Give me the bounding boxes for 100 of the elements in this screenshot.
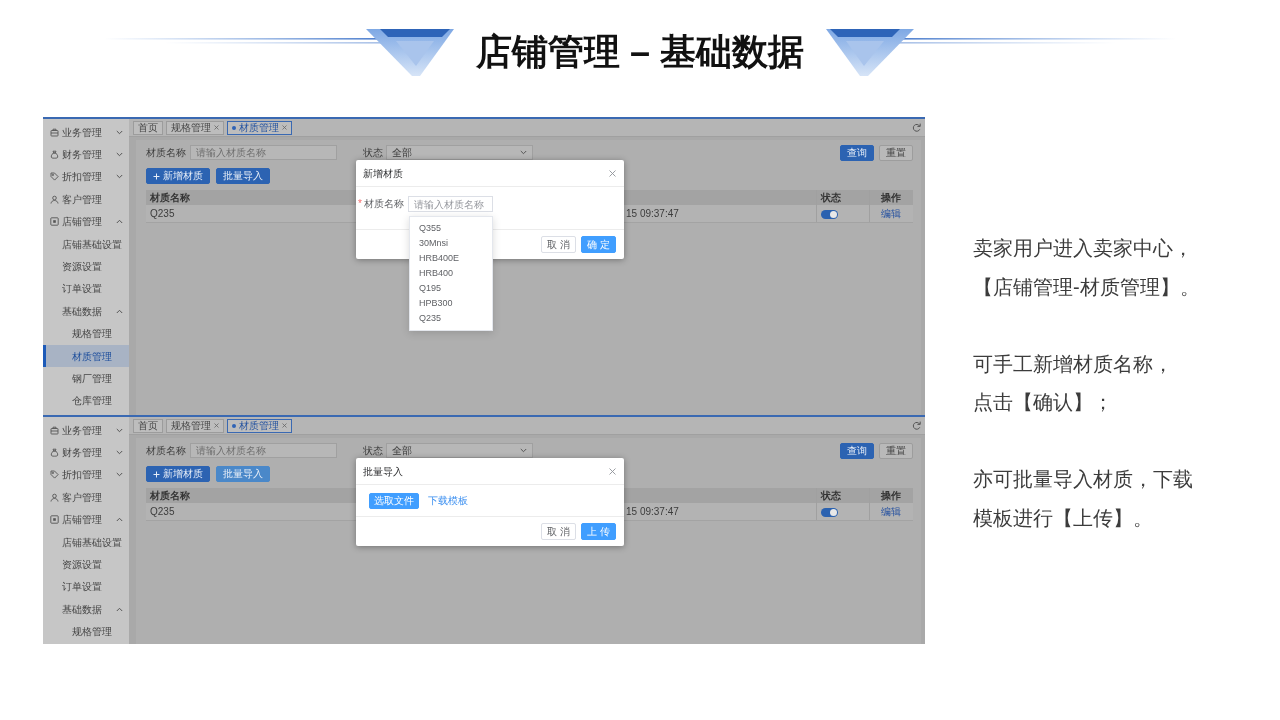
select-field[interactable]: 全部 <box>386 145 533 160</box>
reset-button[interactable]: 重置 <box>879 442 913 459</box>
refresh-icon[interactable] <box>912 122 921 133</box>
sidebar-item[interactable]: 业务管理 <box>43 419 129 442</box>
dropdown-option[interactable]: HPB300 <box>410 296 492 311</box>
framed-square-icon <box>50 515 59 525</box>
close-icon[interactable] <box>214 423 219 428</box>
toggle-switch[interactable] <box>820 507 838 517</box>
filter-label: 材质名称 <box>146 146 186 160</box>
dropdown-option[interactable]: 30Mnsi <box>410 236 492 251</box>
chevron-up-icon[interactable] <box>116 308 123 314</box>
framed-square-icon <box>50 217 59 227</box>
edit-link[interactable]: 编辑 <box>881 505 902 517</box>
sidebar-item[interactable]: 规格管理 <box>43 322 129 345</box>
sidebar-item[interactable]: 订单设置 <box>43 277 129 301</box>
sidebar-item[interactable]: 折扣管理 <box>43 463 129 487</box>
edit-link[interactable]: 编辑 <box>881 207 902 219</box>
reset-button[interactable]: 重置 <box>879 144 913 161</box>
dropdown-option[interactable]: HRB400E <box>410 251 492 266</box>
add-button[interactable]: 新增材质 <box>146 466 210 482</box>
sidebar-item[interactable]: 基础数据 <box>43 598 129 621</box>
sidebar-item[interactable]: 资源设置 <box>43 255 129 278</box>
text-field[interactable]: 请输入材质名称 <box>190 145 337 160</box>
query-button[interactable]: 查询 <box>840 144 874 161</box>
sidebar-item[interactable]: 折扣管理 <box>43 165 129 189</box>
dropdown-option[interactable]: Q355 <box>410 221 492 236</box>
close-icon[interactable] <box>282 423 287 428</box>
toggle-switch[interactable] <box>820 209 838 219</box>
chevron-up-icon[interactable] <box>116 219 123 225</box>
dropdown-option[interactable]: HRB400 <box>410 266 492 281</box>
filter-label: 材质名称 <box>146 444 186 458</box>
sidebar-item[interactable]: 基础数据 <box>43 300 129 323</box>
plus-icon <box>153 470 160 478</box>
tab[interactable]: 首页 <box>133 120 163 135</box>
select-field[interactable]: 全部 <box>386 443 533 458</box>
chevron-down-icon[interactable] <box>116 472 123 478</box>
close-icon[interactable] <box>214 125 219 130</box>
description-paragraph: 卖家用户进入卖家中心， 【店铺管理-材质管理】。 <box>973 236 1200 300</box>
user-icon <box>50 194 59 204</box>
chevron-up-icon[interactable] <box>116 606 123 612</box>
sidebar-item[interactable]: 财务管理 <box>43 143 129 166</box>
chevron-up-icon[interactable] <box>116 517 123 523</box>
sidebar-item[interactable]: 资源设置 <box>43 553 129 576</box>
sidebar-item[interactable]: 客户管理 <box>43 486 129 509</box>
chevron-down-icon[interactable] <box>116 129 123 135</box>
description-paragraph: 可手工新增材质名称， 点击【确认】； <box>973 351 1174 415</box>
chevron-down-icon[interactable] <box>116 450 123 456</box>
dot-icon <box>232 423 236 428</box>
tab[interactable]: 规格管理 <box>166 120 224 135</box>
user-icon <box>50 492 59 502</box>
tag-icon <box>50 172 59 182</box>
money-bag-icon <box>50 448 59 458</box>
query-button[interactable]: 查询 <box>840 442 874 459</box>
tab[interactable]: 规格管理 <box>166 418 224 433</box>
table-header-cell: 状态 <box>816 488 869 503</box>
close-icon[interactable] <box>609 467 616 475</box>
sidebar-item[interactable]: 店铺基础设置 <box>43 530 129 554</box>
tab[interactable]: 材质管理 <box>227 418 292 433</box>
chevron-down-icon[interactable] <box>116 427 123 433</box>
filter-label: 状态 <box>363 146 383 160</box>
dialog-title: 新增材质 <box>363 166 403 181</box>
plus-icon <box>153 172 160 180</box>
cancel-button[interactable]: 取 消 <box>541 523 577 540</box>
tag-icon <box>50 470 59 480</box>
import-button[interactable]: 批量导入 <box>216 466 270 482</box>
sidebar-item[interactable]: 规格管理 <box>43 620 129 643</box>
import-button[interactable]: 批量导入 <box>216 168 270 184</box>
sidebar-item[interactable]: 订单设置 <box>43 575 129 599</box>
close-icon[interactable] <box>609 169 616 177</box>
table-header-cell: 状态 <box>816 190 869 205</box>
sidebar-item[interactable]: 仓库管理 <box>43 389 129 413</box>
dot-icon <box>232 125 236 130</box>
sidebar-item[interactable]: 材质管理 <box>43 344 129 368</box>
chevron-down-icon[interactable] <box>116 152 123 158</box>
briefcase-icon <box>50 127 59 137</box>
add-button[interactable]: 新增材质 <box>146 168 210 184</box>
close-icon[interactable] <box>282 125 287 130</box>
money-bag-icon <box>50 150 59 160</box>
dropdown-option[interactable]: Q235 <box>410 311 492 326</box>
tab[interactable]: 首页 <box>133 418 163 433</box>
sidebar-item[interactable]: 店铺管理 <box>43 508 129 531</box>
slide-title: 店铺管理 – 基础数据 <box>476 30 804 74</box>
sidebar-item[interactable]: 店铺基础设置 <box>43 232 129 256</box>
dialog-title: 批量导入 <box>363 464 403 479</box>
sidebar-item[interactable]: 客户管理 <box>43 188 129 211</box>
sidebar-item[interactable]: 店铺管理 <box>43 210 129 233</box>
chevron-down-icon[interactable] <box>116 174 123 180</box>
sidebar-item[interactable]: 钢厂管理 <box>43 367 129 390</box>
chevron-down-icon <box>520 150 527 155</box>
text-field[interactable]: 请输入材质名称 <box>190 443 337 458</box>
refresh-icon[interactable] <box>912 420 921 431</box>
cancel-button[interactable]: 取 消 <box>541 236 577 253</box>
description-paragraph: 亦可批量导入材质，下载 模板进行【上传】。 <box>973 467 1194 531</box>
table-header-cell: 操作 <box>869 190 913 205</box>
tab[interactable]: 材质管理 <box>227 120 292 135</box>
sidebar-item[interactable]: 财务管理 <box>43 441 129 464</box>
sidebar-item[interactable]: 业务管理 <box>43 121 129 144</box>
filter-label: 状态 <box>363 444 383 458</box>
dropdown-option[interactable]: Q195 <box>410 281 492 296</box>
briefcase-icon <box>50 425 59 435</box>
